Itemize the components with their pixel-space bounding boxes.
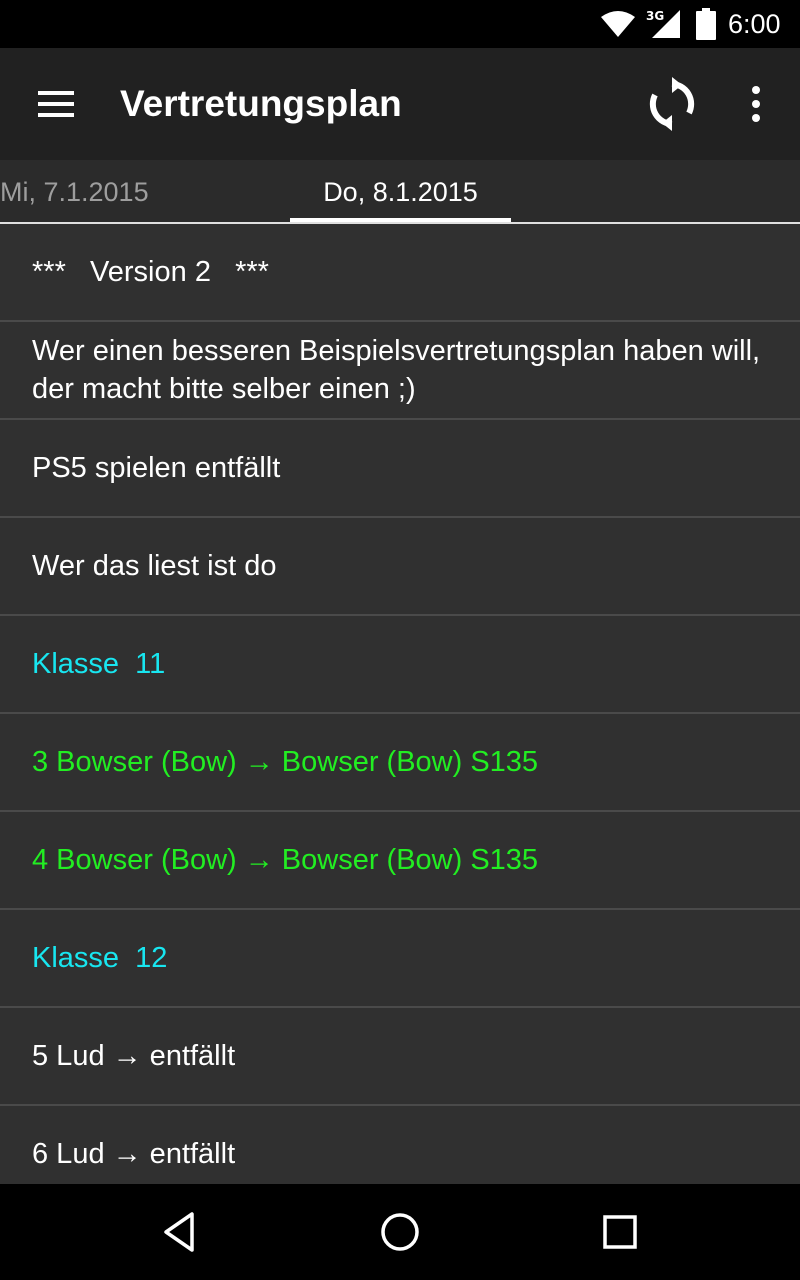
class-header: Klasse 11 bbox=[0, 616, 800, 714]
menu-icon[interactable] bbox=[28, 80, 84, 128]
cancellation-text: 6 Lud → entfällt bbox=[32, 1137, 236, 1170]
tab-wednesday[interactable]: Mi, 7.1.2015 bbox=[0, 160, 149, 224]
list-item-text: PS5 spielen entfällt bbox=[32, 451, 281, 484]
substitution-text: 3 Bowser (Bow) → Bowser (Bow) S135 bbox=[32, 745, 539, 778]
page-title: Vertretungsplan bbox=[120, 83, 402, 124]
substitution-entry: 4 Bowser (Bow) → Bowser (Bow) S135 bbox=[0, 812, 800, 910]
class-header: Klasse 12 bbox=[0, 910, 800, 1008]
substitution-text: 4 Bowser (Bow) → Bowser (Bow) S135 bbox=[32, 843, 539, 876]
substitution-list[interactable]: *** Version 2 *** Wer einen besseren Bei… bbox=[0, 224, 800, 1184]
wifi-icon bbox=[601, 11, 635, 37]
list-item: PS5 spielen entfällt bbox=[0, 420, 800, 518]
list-item: Wer einen besseren Beispielsvertretungsp… bbox=[0, 322, 800, 420]
navigation-bar bbox=[0, 1184, 800, 1280]
cancellation-entry: 5 Lud → entfällt bbox=[0, 1008, 800, 1106]
cancellation-entry: 6 Lud → entfällt bbox=[0, 1106, 800, 1184]
recents-icon[interactable] bbox=[596, 1208, 644, 1256]
date-tabs: Mi, 7.1.2015 Do, 8.1.2015 bbox=[0, 160, 800, 224]
list-item: *** Version 2 *** bbox=[0, 224, 800, 322]
network-type-label: 3G bbox=[646, 9, 664, 23]
battery-icon bbox=[696, 8, 716, 40]
class-header-text: Klasse 12 bbox=[32, 941, 168, 974]
cell-signal-icon: 3G bbox=[646, 9, 680, 38]
list-item-text: Wer das liest ist do bbox=[32, 549, 277, 582]
clock: 6:00 bbox=[728, 9, 781, 39]
overflow-menu-icon[interactable] bbox=[736, 80, 776, 128]
refresh-icon[interactable] bbox=[644, 76, 700, 132]
list-item-text: *** Version 2 *** bbox=[32, 255, 269, 288]
cancellation-text: 5 Lud → entfällt bbox=[32, 1039, 236, 1072]
home-icon[interactable] bbox=[376, 1208, 424, 1256]
class-header-text: Klasse 11 bbox=[32, 647, 166, 680]
list-item: Wer das liest ist do bbox=[0, 518, 800, 616]
app-bar: Vertretungsplan bbox=[0, 48, 800, 160]
substitution-entry: 3 Bowser (Bow) → Bowser (Bow) S135 bbox=[0, 714, 800, 812]
tab-thursday[interactable]: Do, 8.1.2015 bbox=[290, 160, 511, 224]
list-item-text: Wer einen besseren Beispielsvertretungsp… bbox=[32, 335, 761, 405]
status-bar: 3G 6:00 bbox=[0, 0, 800, 48]
back-icon[interactable] bbox=[156, 1208, 204, 1256]
